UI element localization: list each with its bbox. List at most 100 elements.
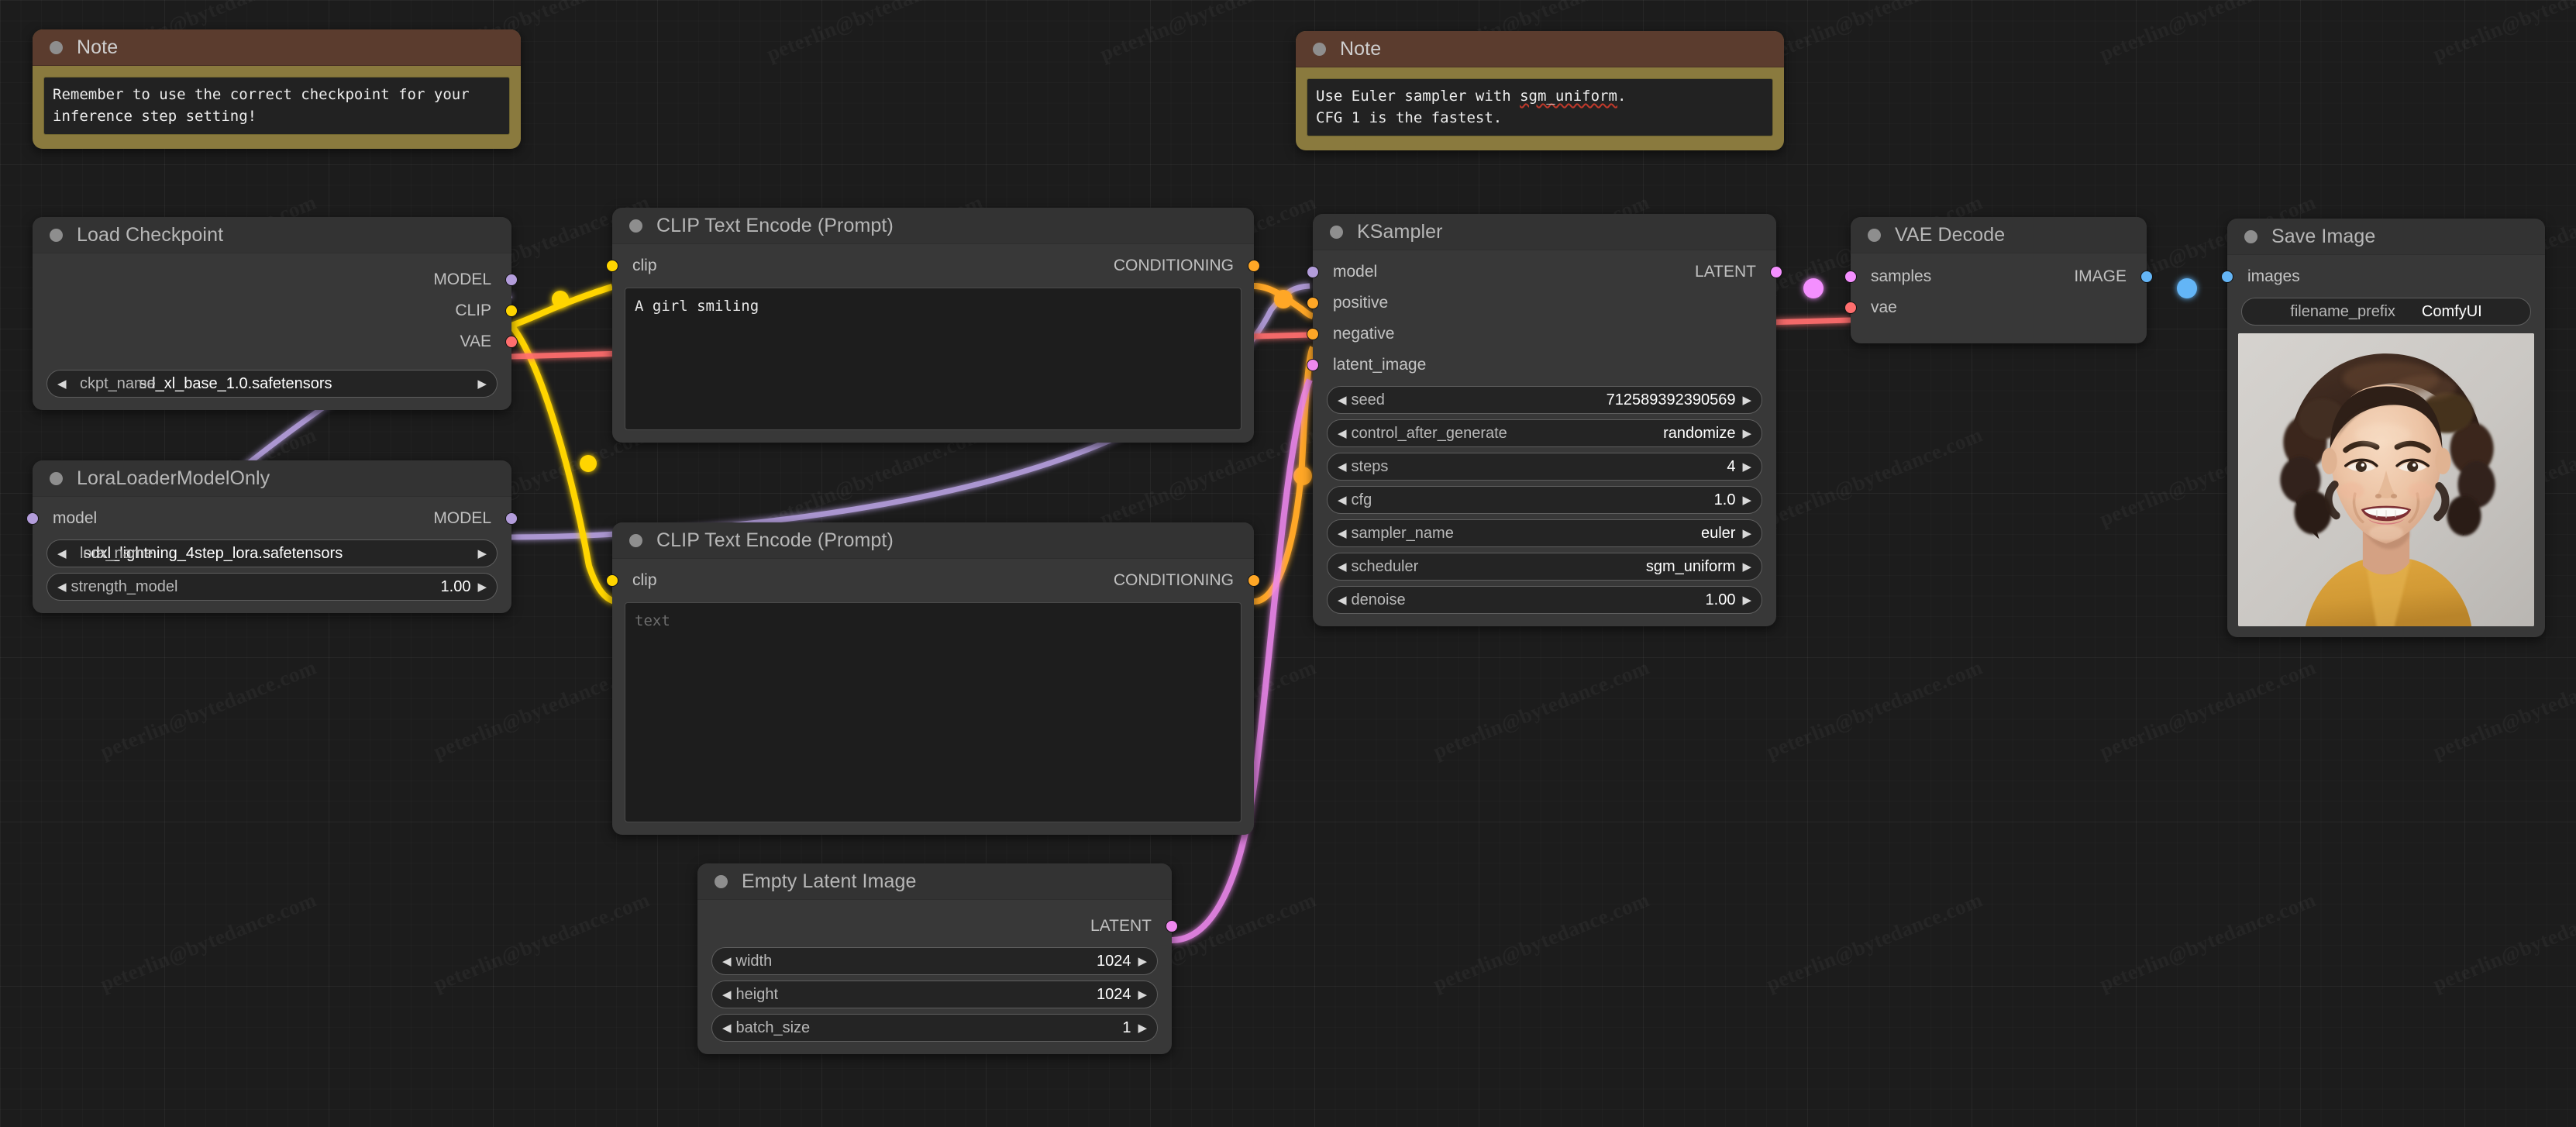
clip-output-port[interactable] (505, 305, 518, 317)
chevron-left-icon[interactable]: ◀ (1338, 395, 1347, 406)
chevron-left-icon[interactable]: ◀ (1338, 561, 1347, 573)
node-clip-text-encode-negative[interactable]: CLIP Text Encode (Prompt) clip CONDITION… (606, 522, 1260, 835)
node-save-image[interactable]: Save Image images filename_prefix ComfyU… (2221, 219, 2545, 637)
vae-input-port[interactable] (1844, 302, 1857, 314)
prompt-textarea[interactable]: text (625, 602, 1242, 822)
node-lora-loader-model-only[interactable]: LoraLoaderModelOnly model MODEL ◀ lora_n… (26, 460, 518, 613)
node-collapse-icon[interactable] (629, 219, 642, 233)
widget-sampler-name[interactable]: ◀ sampler_name euler ▶ (1327, 519, 1762, 547)
chevron-left-icon[interactable]: ◀ (722, 956, 732, 967)
node-header[interactable]: Note (33, 29, 521, 66)
image-preview[interactable] (2238, 333, 2534, 626)
negative-input-port[interactable] (1307, 328, 1319, 340)
model-output-port[interactable] (505, 274, 518, 286)
chevron-right-icon[interactable]: ▶ (1742, 528, 1751, 539)
samples-input-port[interactable] (1844, 271, 1857, 283)
node-collapse-icon[interactable] (629, 533, 642, 547)
widget-strength-model[interactable]: ◀ strength_model 1.00 ▶ (46, 573, 498, 601)
chevron-left-icon[interactable]: ◀ (57, 378, 67, 390)
node-collapse-icon[interactable] (1868, 228, 1881, 242)
widget-batch-size[interactable]: ◀ batch_size 1 ▶ (711, 1014, 1158, 1042)
node-header[interactable]: CLIP Text Encode (Prompt) (612, 522, 1254, 559)
chevron-right-icon[interactable]: ▶ (1138, 1022, 1147, 1034)
chevron-left-icon[interactable]: ◀ (57, 581, 67, 593)
widget-control-after-generate[interactable]: ◀ control_after_generate randomize ▶ (1327, 419, 1762, 447)
node-collapse-icon[interactable] (50, 228, 63, 242)
image-output-port[interactable] (2140, 271, 2153, 283)
positive-input-port[interactable] (1307, 297, 1319, 309)
node-header[interactable]: VAE Decode (1851, 217, 2147, 253)
node-collapse-icon[interactable] (50, 471, 63, 485)
chevron-right-icon[interactable]: ▶ (1742, 595, 1751, 606)
node-header[interactable]: CLIP Text Encode (Prompt) (612, 208, 1254, 244)
latent-output-port[interactable] (1770, 266, 1782, 278)
chevron-left-icon[interactable]: ◀ (722, 1022, 732, 1034)
latent-output-port[interactable] (1166, 920, 1178, 932)
node-header[interactable]: Save Image (2227, 219, 2545, 255)
chevron-left-icon[interactable]: ◀ (1338, 495, 1347, 506)
node-body: samples IMAGE vae (1844, 253, 2153, 343)
node-collapse-icon[interactable] (1330, 225, 1343, 239)
node-load-checkpoint[interactable]: Load Checkpoint MODEL CLIP VAE ◀ ckpt_na… (33, 217, 518, 410)
chevron-right-icon[interactable]: ▶ (1138, 956, 1147, 967)
node-collapse-icon[interactable] (50, 40, 63, 54)
chevron-right-icon[interactable]: ▶ (1742, 561, 1751, 573)
chevron-right-icon[interactable]: ▶ (1742, 395, 1751, 406)
node-ksampler[interactable]: KSampler model LATENT positive negative … (1307, 214, 1782, 626)
node-header[interactable]: LoraLoaderModelOnly (33, 460, 511, 497)
chevron-left-icon[interactable]: ◀ (1338, 428, 1347, 439)
model-output-port[interactable] (505, 512, 518, 525)
node-note-checkpoint[interactable]: Note Remember to use the correct checkpo… (33, 29, 521, 150)
node-clip-text-encode-positive[interactable]: CLIP Text Encode (Prompt) clip CONDITION… (606, 208, 1260, 443)
node-collapse-icon[interactable] (2244, 229, 2257, 243)
conditioning-output-port[interactable] (1248, 260, 1260, 272)
chevron-left-icon[interactable]: ◀ (57, 548, 67, 560)
model-input-port[interactable] (26, 512, 39, 525)
chevron-right-icon[interactable]: ▶ (477, 581, 487, 593)
widget-width[interactable]: ◀ width 1024 ▶ (711, 947, 1158, 975)
chevron-right-icon[interactable]: ▶ (477, 378, 487, 390)
node-header[interactable]: Note (1296, 31, 1784, 67)
prompt-textarea[interactable]: A girl smiling (625, 288, 1242, 430)
clip-input-port[interactable] (606, 574, 618, 587)
chevron-right-icon[interactable]: ▶ (1742, 461, 1751, 473)
node-vae-decode[interactable]: VAE Decode samples IMAGE vae (1844, 217, 2153, 343)
widget-steps[interactable]: ◀ steps 4 ▶ (1327, 453, 1762, 481)
output-slot-vae[interactable]: VAE (33, 326, 518, 357)
widget-scheduler[interactable]: ◀ scheduler sgm_uniform ▶ (1327, 553, 1762, 581)
output-slot-latent[interactable]: LATENT (697, 911, 1178, 942)
chevron-left-icon[interactable]: ◀ (722, 989, 732, 1001)
widget-height[interactable]: ◀ height 1024 ▶ (711, 981, 1158, 1008)
images-input-port[interactable] (2221, 271, 2233, 283)
node-collapse-icon[interactable] (1313, 42, 1326, 56)
latent-image-input-port[interactable] (1307, 359, 1319, 371)
widget-lora-name[interactable]: ◀ lora_name sdxl_lightning_4step_lora.sa… (46, 539, 498, 567)
chevron-left-icon[interactable]: ◀ (1338, 595, 1347, 606)
chevron-left-icon[interactable]: ◀ (1338, 528, 1347, 539)
chevron-right-icon[interactable]: ▶ (1742, 428, 1751, 439)
graph-canvas[interactable]: peterlin@bytedance.com peterlin@bytedance… (0, 0, 2576, 1127)
node-note-sampler[interactable]: Note Use Euler sampler with sgm_uniform.… (1296, 31, 1784, 151)
widget-filename-prefix[interactable]: filename_prefix ComfyUI (2241, 298, 2531, 326)
output-slot-model[interactable]: MODEL (33, 264, 518, 295)
note-text[interactable]: Remember to use the correct checkpoint f… (43, 77, 510, 136)
node-collapse-icon[interactable] (715, 874, 728, 888)
widget-cfg[interactable]: ◀ cfg 1.0 ▶ (1327, 486, 1762, 514)
node-empty-latent-image[interactable]: Empty Latent Image LATENT ◀ width 1024 ▶… (697, 863, 1178, 1054)
note-text[interactable]: Use Euler sampler with sgm_uniform. CFG … (1307, 78, 1773, 137)
chevron-right-icon[interactable]: ▶ (1138, 989, 1147, 1001)
widget-ckpt-name[interactable]: ◀ ckpt_name sd_xl_base_1.0.safetensors ▶ (46, 370, 498, 398)
chevron-right-icon[interactable]: ▶ (477, 548, 487, 560)
widget-seed[interactable]: ◀ seed 712589392390569 ▶ (1327, 386, 1762, 414)
node-header[interactable]: Load Checkpoint (33, 217, 511, 253)
conditioning-output-port[interactable] (1248, 574, 1260, 587)
node-header[interactable]: KSampler (1313, 214, 1776, 250)
chevron-left-icon[interactable]: ◀ (1338, 461, 1347, 473)
clip-input-port[interactable] (606, 260, 618, 272)
output-slot-clip[interactable]: CLIP (33, 295, 518, 326)
node-header[interactable]: Empty Latent Image (697, 863, 1172, 900)
widget-denoise[interactable]: ◀ denoise 1.00 ▶ (1327, 586, 1762, 614)
model-input-port[interactable] (1307, 266, 1319, 278)
vae-output-port[interactable] (505, 336, 518, 348)
chevron-right-icon[interactable]: ▶ (1742, 495, 1751, 506)
